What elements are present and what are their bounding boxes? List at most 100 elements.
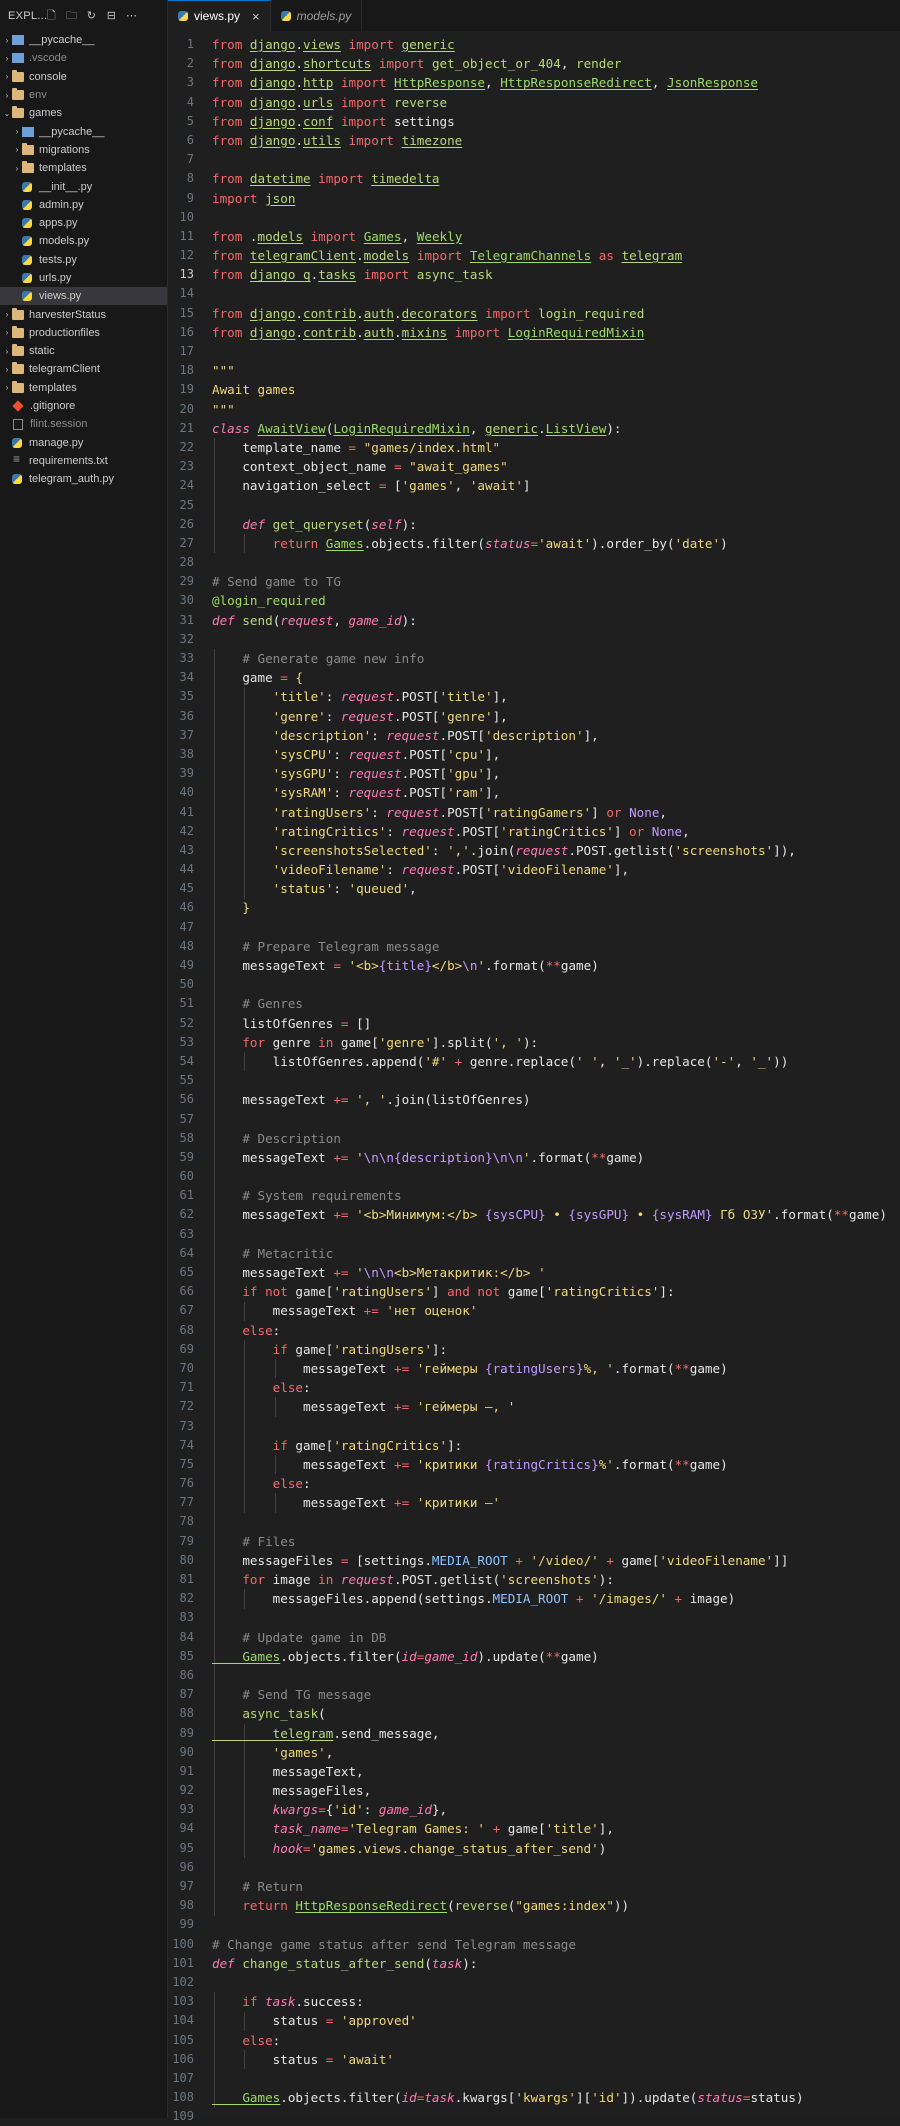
- code-line[interactable]: messageText += '<b>Минимум:</b> {sysCPU}…: [212, 1205, 887, 1224]
- code-line[interactable]: 'screenshotsSelected': ','.join(request.…: [212, 841, 887, 860]
- code-line[interactable]: Await games: [212, 380, 887, 399]
- tree-file[interactable]: tests.py: [0, 251, 167, 269]
- code-line[interactable]: import json: [212, 189, 887, 208]
- code-line[interactable]: messageText += 'нет оценок': [212, 1301, 887, 1320]
- code-line[interactable]: if task.success:: [212, 1992, 887, 2011]
- tree-file[interactable]: requirements.txt: [0, 452, 167, 470]
- code-line[interactable]: from telegramClient.models import Telegr…: [212, 246, 887, 265]
- code-line[interactable]: from .models import Games, Weekly: [212, 227, 887, 246]
- code-line[interactable]: from django.utils import timezone: [212, 131, 887, 150]
- code-line[interactable]: listOfGenres.append('#' + genre.replace(…: [212, 1052, 887, 1071]
- code-line[interactable]: from django.shortcuts import get_object_…: [212, 54, 887, 73]
- code-line[interactable]: else:: [212, 1474, 887, 1493]
- code-line[interactable]: from datetime import timedelta: [212, 169, 887, 188]
- code-line[interactable]: [212, 975, 887, 994]
- code-line[interactable]: status = 'approved': [212, 2011, 887, 2030]
- code-line[interactable]: [212, 2069, 887, 2088]
- tree-file[interactable]: flint.session: [0, 415, 167, 433]
- tree-file[interactable]: manage.py: [0, 434, 167, 452]
- tree-folder[interactable]: › env: [0, 86, 167, 104]
- code-line[interactable]: from django.contrib.auth.mixins import L…: [212, 323, 887, 342]
- code-line[interactable]: # Change game status after send Telegram…: [212, 1935, 887, 1954]
- code-line[interactable]: telegram.send_message,: [212, 1724, 887, 1743]
- code-line[interactable]: [212, 918, 887, 937]
- tree-folder[interactable]: ⌄ games: [0, 104, 167, 122]
- code-line[interactable]: if game['ratingCritics']:: [212, 1436, 887, 1455]
- tree-file[interactable]: __init__.py: [0, 177, 167, 195]
- code-line[interactable]: for image in request.POST.getlist('scree…: [212, 1570, 887, 1589]
- code-line[interactable]: messageText += '\n\n{description}\n\n'.f…: [212, 1148, 887, 1167]
- code-line[interactable]: # Files: [212, 1532, 887, 1551]
- code-line[interactable]: [212, 496, 887, 515]
- tree-folder[interactable]: › templates: [0, 379, 167, 397]
- code-line[interactable]: }: [212, 898, 887, 917]
- code-line[interactable]: [212, 284, 887, 303]
- code-line[interactable]: [212, 553, 887, 572]
- tree-folder[interactable]: › console: [0, 68, 167, 86]
- new-folder-icon[interactable]: 🗀: [66, 10, 77, 22]
- code-line[interactable]: else:: [212, 1378, 887, 1397]
- code-line[interactable]: # Generate game new info: [212, 649, 887, 668]
- code-line[interactable]: 'ratingUsers': request.POST['ratingGamer…: [212, 803, 887, 822]
- code-line[interactable]: messageText += 'геймеры —, ': [212, 1397, 887, 1416]
- code-line[interactable]: for genre in game['genre'].split(', '):: [212, 1033, 887, 1052]
- code-line[interactable]: [212, 208, 887, 227]
- code-line[interactable]: 'description': request.POST['description…: [212, 726, 887, 745]
- code-line[interactable]: 'videoFilename': request.POST['videoFile…: [212, 860, 887, 879]
- code-line[interactable]: def send(request, game_id):: [212, 611, 887, 630]
- code-line[interactable]: else:: [212, 2031, 887, 2050]
- tree-folder[interactable]: › harvesterStatus: [0, 305, 167, 323]
- code-line[interactable]: messageText += 'критики {ratingCritics}%…: [212, 1455, 887, 1474]
- code-line[interactable]: from django.contrib.auth.decorators impo…: [212, 304, 887, 323]
- code-line[interactable]: [212, 1666, 887, 1685]
- code-line[interactable]: from django.conf import settings: [212, 112, 887, 131]
- code-line[interactable]: from django.views import generic: [212, 35, 887, 54]
- code-line[interactable]: from django.urls import reverse: [212, 93, 887, 112]
- code-line[interactable]: else:: [212, 1321, 887, 1340]
- code-line[interactable]: # Update game in DB: [212, 1628, 887, 1647]
- tree-folder[interactable]: › __pycache__: [0, 31, 167, 49]
- code-line[interactable]: 'sysGPU': request.POST['gpu'],: [212, 764, 887, 783]
- code-line[interactable]: messageFiles.append(settings.MEDIA_ROOT …: [212, 1589, 887, 1608]
- code-line[interactable]: Games.objects.filter(id=task.kwargs['kwa…: [212, 2088, 887, 2107]
- code-line[interactable]: Games.objects.filter(id=game_id).update(…: [212, 1647, 887, 1666]
- code-line[interactable]: 'ratingCritics': request.POST['ratingCri…: [212, 822, 887, 841]
- code-line[interactable]: listOfGenres = []: [212, 1014, 887, 1033]
- code-line[interactable]: messageText += 'геймеры {ratingUsers}%, …: [212, 1359, 887, 1378]
- code-line[interactable]: return Games.objects.filter(status='awai…: [212, 534, 887, 553]
- code-line[interactable]: [212, 1167, 887, 1186]
- code-line[interactable]: messageText += ', '.join(listOfGenres): [212, 1090, 887, 1109]
- tree-folder[interactable]: › __pycache__: [0, 122, 167, 140]
- code-line[interactable]: [212, 1915, 887, 1934]
- code-line[interactable]: 'genre': request.POST['genre'],: [212, 707, 887, 726]
- tree-folder[interactable]: › static: [0, 342, 167, 360]
- tree-file[interactable]: views.py: [0, 287, 167, 306]
- code-line[interactable]: hook='games.views.change_status_after_se…: [212, 1839, 887, 1858]
- code-line[interactable]: # Genres: [212, 994, 887, 1013]
- code-line[interactable]: messageText += '\n\n<b>Метакритик:</b> ': [212, 1263, 887, 1282]
- code-line[interactable]: context_object_name = "await_games": [212, 457, 887, 476]
- code-line[interactable]: messageText = '<b>{title}</b>\n'.format(…: [212, 956, 887, 975]
- code-line[interactable]: @login_required: [212, 591, 887, 610]
- tree-file[interactable]: urls.py: [0, 269, 167, 287]
- new-file-icon[interactable]: 🗋: [46, 10, 57, 22]
- code-line[interactable]: [212, 1608, 887, 1627]
- code-line[interactable]: [212, 1110, 887, 1129]
- tree-folder[interactable]: › telegramClient: [0, 360, 167, 378]
- tree-file[interactable]: .gitignore: [0, 397, 167, 415]
- code-line[interactable]: # Prepare Telegram message: [212, 937, 887, 956]
- code-line[interactable]: 'sysRAM': request.POST['ram'],: [212, 783, 887, 802]
- code-line[interactable]: [212, 1973, 887, 1992]
- code-line[interactable]: [212, 1512, 887, 1531]
- tree-file[interactable]: admin.py: [0, 196, 167, 214]
- code-line[interactable]: [212, 342, 887, 361]
- code-line[interactable]: """: [212, 361, 887, 380]
- code-line[interactable]: from django.http import HttpResponse, Ht…: [212, 73, 887, 92]
- code-line[interactable]: 'title': request.POST['title'],: [212, 687, 887, 706]
- code-line[interactable]: # Description: [212, 1129, 887, 1148]
- more-icon[interactable]: ⋯: [126, 10, 137, 22]
- code-line[interactable]: task_name='Telegram Games: ' + game['tit…: [212, 1819, 887, 1838]
- code-line[interactable]: [212, 1225, 887, 1244]
- code-line[interactable]: messageFiles,: [212, 1781, 887, 1800]
- code-line[interactable]: """: [212, 400, 887, 419]
